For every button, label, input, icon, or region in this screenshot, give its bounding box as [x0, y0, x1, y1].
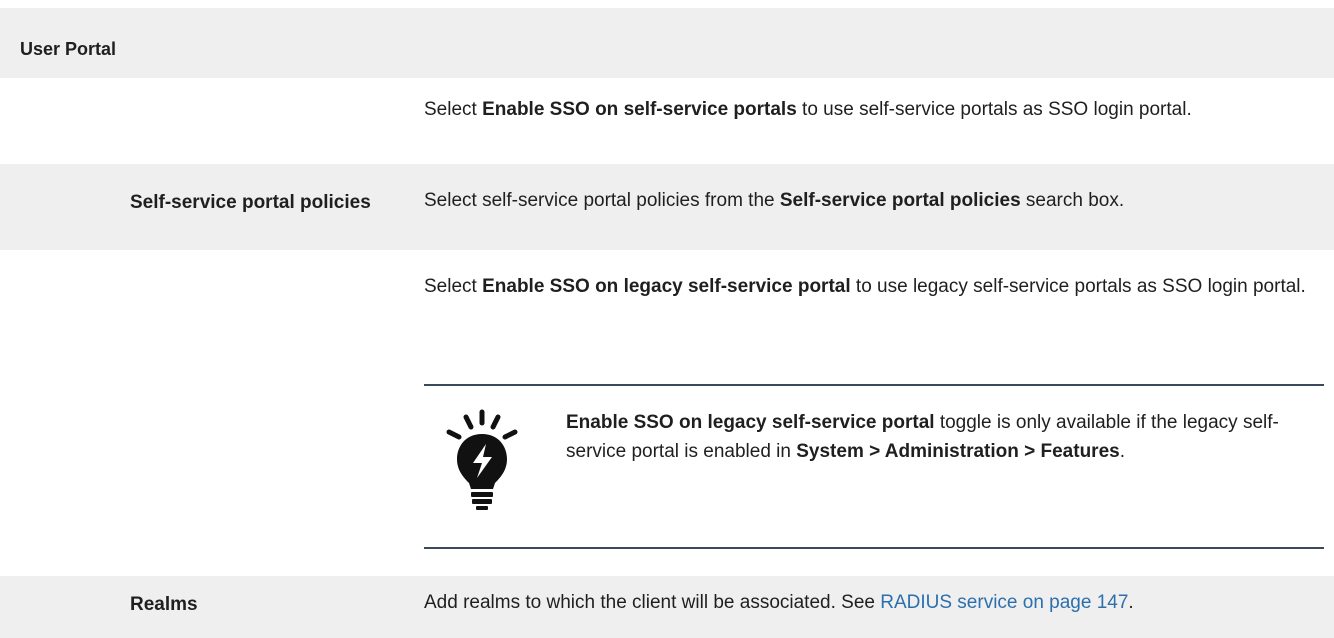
row-description: Select self-service portal policies from… — [424, 186, 1314, 215]
radius-service-link[interactable]: RADIUS service on page 147 — [880, 592, 1128, 613]
table-row: Self-service portal policies Select self… — [0, 164, 1334, 250]
lightbulb-tip-icon — [446, 409, 518, 510]
section-title: User Portal — [20, 39, 117, 59]
row-description: Add realms to which the client will be a… — [424, 588, 1314, 617]
desc-bold-text: Self-service portal policies — [779, 190, 1021, 211]
note-plain-text: . — [1119, 441, 1125, 462]
desc-bold-text: Enable SSO on legacy self-service portal — [482, 276, 851, 297]
row-description: Select Enable SSO on legacy self-service… — [424, 272, 1314, 301]
desc-text: Add realms to which the client will be a… — [424, 592, 881, 613]
desc-text: . — [1128, 592, 1134, 613]
tip-note: Enable SSO on legacy self-service portal… — [424, 384, 1324, 549]
desc-text: to use legacy self-service portals as SS… — [850, 276, 1306, 297]
row-description: Select Enable SSO on self-service portal… — [424, 95, 1314, 124]
section-header: User Portal — [0, 8, 1334, 78]
desc-text: to use self-service portals as SSO login… — [796, 99, 1192, 120]
row-label: Realms — [130, 594, 198, 615]
table-row: Realms Add realms to which the client wi… — [0, 576, 1334, 638]
table-row: Select Enable SSO on self-service portal… — [0, 78, 1334, 164]
note-bold-text: Enable SSO on legacy self-service portal — [566, 412, 935, 433]
note-bold-text: System > Administration > Features — [796, 441, 1120, 462]
table-row: Select Enable SSO on legacy self-service… — [0, 250, 1334, 576]
note-text: Enable SSO on legacy self-service portal… — [566, 408, 1306, 466]
desc-bold-text: Enable SSO on self-service portals — [482, 99, 797, 120]
desc-text: Select — [424, 99, 483, 120]
row-label: Self-service portal policies — [130, 192, 371, 213]
document-page: User Portal Select Enable SSO on self-se… — [0, 0, 1334, 638]
desc-text: Select self-service portal policies from… — [424, 190, 780, 211]
desc-text: search box. — [1020, 190, 1125, 211]
desc-text: Select — [424, 276, 483, 297]
